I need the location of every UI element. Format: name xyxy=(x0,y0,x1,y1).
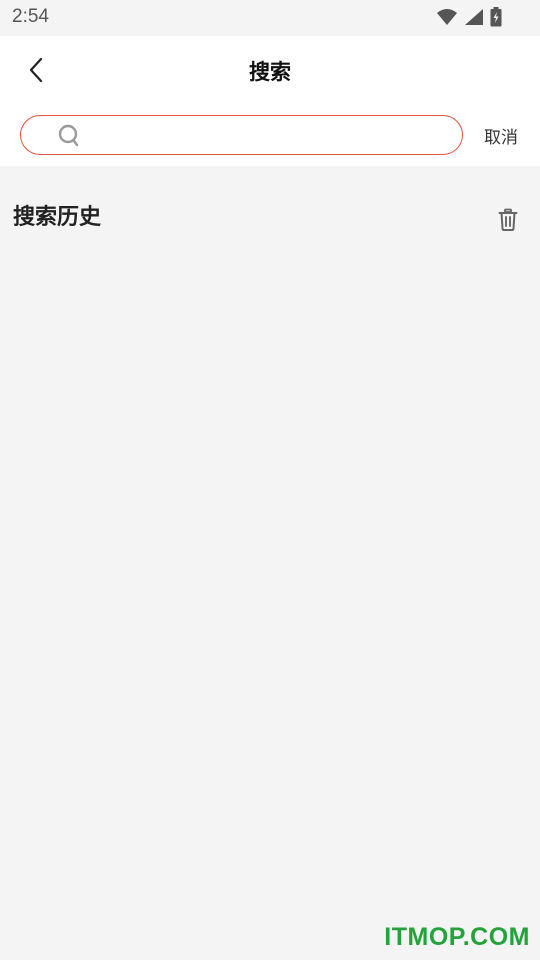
search-box[interactable] xyxy=(20,115,463,155)
cancel-button[interactable]: 取消 xyxy=(476,123,526,148)
trash-icon xyxy=(498,208,518,231)
page-title: 搜索 xyxy=(249,60,291,84)
header: 搜索 取消 xyxy=(0,36,540,166)
battery-icon xyxy=(490,7,502,31)
signal-icon xyxy=(464,8,484,30)
status-bar: 2:54 xyxy=(0,0,540,36)
search-input[interactable] xyxy=(91,120,451,150)
search-history-title: 搜索历史 xyxy=(13,205,102,230)
watermark: ITMOP.COM xyxy=(384,923,530,951)
status-icons xyxy=(436,7,502,31)
search-icon xyxy=(58,124,79,147)
clear-history-button[interactable] xyxy=(496,208,520,232)
wifi-icon xyxy=(436,8,458,30)
status-time: 2:54 xyxy=(12,6,49,27)
